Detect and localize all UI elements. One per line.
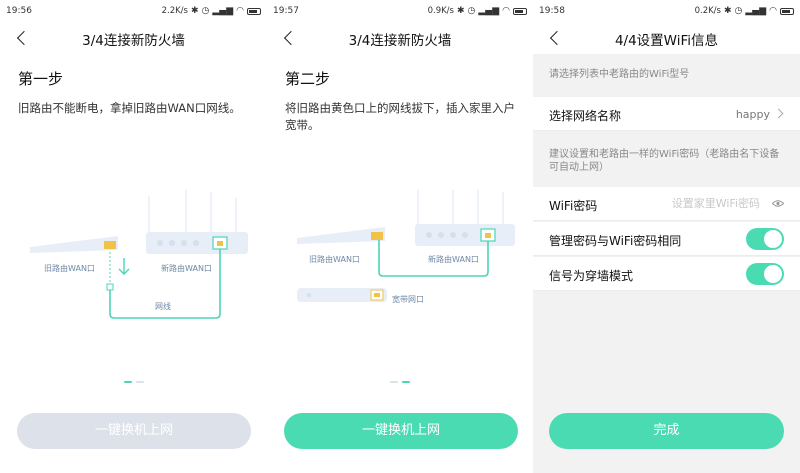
battery-icon bbox=[513, 7, 527, 15]
wall-penetration-toggle[interactable] bbox=[746, 263, 784, 285]
alarm-icon: ◷ bbox=[201, 6, 210, 16]
status-time: 19:58 bbox=[539, 6, 565, 16]
old-router-wan-port bbox=[104, 241, 116, 249]
router-connection-illustration bbox=[297, 190, 515, 302]
step-title: 第一步 bbox=[18, 70, 64, 88]
bluetooth-icon: ✱ bbox=[723, 6, 732, 16]
nav-bar: 4/4设置WiFi信息 bbox=[533, 22, 800, 54]
status-time: 19:56 bbox=[6, 6, 32, 16]
page-title: 3/4连接新防火墙 bbox=[348, 33, 452, 49]
page-indicator bbox=[0, 381, 267, 383]
same-admin-password-label: 管理密码与WiFi密码相同 bbox=[549, 234, 682, 248]
screen-wifi-settings: 19:58 0.2K/s ✱ ◷ ▂▄▆ ◠ 4/4设置WiFi信息 请选择列表… bbox=[533, 0, 800, 473]
alarm-icon: ◷ bbox=[734, 6, 743, 16]
wall-penetration-label: 信号为穿墙模式 bbox=[549, 269, 634, 283]
eye-icon[interactable] bbox=[772, 199, 784, 208]
wall-penetration-row: 信号为穿墙模式 bbox=[533, 257, 800, 291]
status-bar: 19:57 0.9K/s ✱ ◷ ▂▄▆ ◠ bbox=[267, 0, 533, 22]
nav-bar: 3/4连接新防火墙 bbox=[267, 22, 533, 54]
page-dot bbox=[135, 381, 144, 383]
battery-icon bbox=[780, 7, 794, 15]
page-dot bbox=[402, 381, 410, 383]
label-new-wan: 新路由WAN口 bbox=[428, 255, 479, 264]
same-admin-password-row: 管理密码与WiFi密码相同 bbox=[533, 222, 800, 256]
wifi-icon: ◠ bbox=[236, 6, 244, 16]
bluetooth-icon: ✱ bbox=[456, 6, 465, 16]
wifi-password-row: WiFi密码 bbox=[533, 187, 800, 221]
chevron-right-icon bbox=[773, 108, 784, 119]
page-dot bbox=[123, 381, 132, 383]
selected-network-value: happy bbox=[735, 108, 770, 121]
network-speed: 0.2K/s bbox=[694, 6, 721, 16]
nav-bar: 3/4连接新防火墙 bbox=[0, 22, 267, 54]
select-network-row[interactable]: 选择网络名称 happy bbox=[533, 97, 800, 131]
signal-icon: ▂▄▆ bbox=[745, 6, 767, 16]
network-hint: 请选择列表中老路由的WiFi型号 bbox=[549, 69, 690, 80]
wifi-password-field[interactable] bbox=[650, 197, 760, 210]
password-hint: 建议设置和老路由一样的WiFi密码（老路由名下设备可自动上网） bbox=[549, 149, 780, 173]
status-bar: 19:58 0.2K/s ✱ ◷ ▂▄▆ ◠ bbox=[533, 0, 800, 22]
status-time: 19:57 bbox=[273, 6, 299, 16]
same-admin-password-toggle[interactable] bbox=[746, 228, 784, 250]
status-bar: 19:56 2.2K/s ✱ ◷ ▂▄▆ ◠ bbox=[0, 0, 267, 22]
alarm-icon: ◷ bbox=[467, 6, 476, 16]
wifi-icon: ◠ bbox=[502, 6, 510, 16]
screen-step-2: 19:57 0.9K/s ✱ ◷ ▂▄▆ ◠ 3/4连接新防火墙 第二步 将旧路… bbox=[267, 0, 533, 473]
signal-icon: ▂▄▆ bbox=[212, 6, 234, 16]
step-description: 旧路由不能断电，拿掉旧路由WAN口网线。 bbox=[18, 101, 241, 115]
label-old-wan: 旧路由WAN口 bbox=[44, 264, 95, 273]
screen-step-1: 19:56 2.2K/s ✱ ◷ ▂▄▆ ◠ 3/4连接新防火墙 第一步 旧路由… bbox=[0, 0, 267, 473]
network-speed: 0.9K/s bbox=[427, 6, 454, 16]
label-old-wan: 旧路由WAN口 bbox=[309, 255, 360, 264]
page-title: 4/4设置WiFi信息 bbox=[614, 33, 719, 49]
page-title: 3/4连接新防火墙 bbox=[82, 33, 185, 49]
label-cable: 网线 bbox=[155, 302, 171, 311]
finish-button[interactable]: 完成 bbox=[549, 413, 784, 449]
signal-icon: ▂▄▆ bbox=[478, 6, 500, 16]
battery-icon bbox=[247, 7, 261, 15]
old-router-wan-port bbox=[371, 232, 383, 240]
router-connection-illustration bbox=[30, 190, 248, 319]
one-click-switch-button[interactable]: 一键换机上网 bbox=[284, 413, 518, 449]
bluetooth-icon: ✱ bbox=[190, 6, 199, 16]
step-title: 第二步 bbox=[285, 70, 331, 88]
one-click-switch-button[interactable]: 一键换机上网 bbox=[17, 413, 251, 449]
select-network-label: 选择网络名称 bbox=[549, 109, 622, 123]
label-broadband: 宽带网口 bbox=[392, 295, 424, 304]
down-arrow-icon bbox=[118, 258, 130, 275]
label-new-wan: 新路由WAN口 bbox=[161, 264, 212, 273]
network-speed: 2.2K/s bbox=[161, 6, 188, 16]
wifi-icon: ◠ bbox=[769, 6, 777, 16]
page-dot bbox=[390, 381, 398, 383]
step-description: 将旧路由黄色口上的网线拔下，插入家里入户宽带。 bbox=[285, 101, 515, 132]
page-indicator bbox=[267, 381, 533, 383]
wifi-password-label: WiFi密码 bbox=[549, 199, 598, 213]
